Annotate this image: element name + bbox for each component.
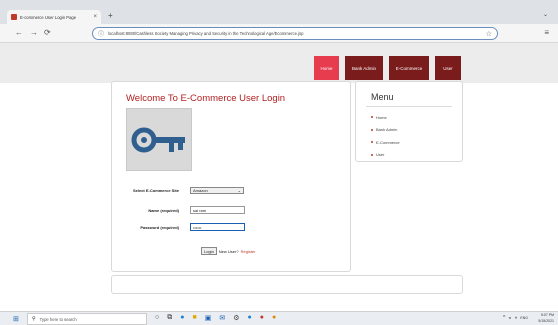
forward-button[interactable]: → bbox=[30, 28, 38, 37]
menu-item-label: Bank Admin bbox=[376, 127, 398, 133]
browser-toolbar: ← → ⟳ ⓘ localhost:8080/Cashless Society … bbox=[0, 24, 558, 43]
menu-divider bbox=[366, 106, 452, 107]
taskbar-clock[interactable]: 5:07 PM 5/15/2021 bbox=[538, 313, 554, 324]
bullet-icon bbox=[371, 141, 373, 144]
chevron-down-icon: ⌄ bbox=[237, 188, 241, 193]
name-label: Name (required) bbox=[148, 207, 179, 213]
refresh-button[interactable]: ⟳ bbox=[44, 28, 51, 37]
cortana-icon[interactable]: ○ bbox=[155, 314, 159, 322]
key-icon bbox=[131, 127, 185, 153]
nav-user[interactable]: User bbox=[435, 56, 461, 80]
search-placeholder: Type here to search bbox=[39, 316, 77, 322]
key-image bbox=[126, 108, 192, 171]
bullet-icon bbox=[371, 153, 373, 156]
new-tab-button[interactable]: + bbox=[108, 11, 113, 20]
name-row: Name (required) sai ram bbox=[112, 206, 245, 214]
app-icon[interactable]: ● bbox=[247, 314, 251, 322]
taskbar-search-input[interactable]: ⚲ Type here to search bbox=[27, 313, 147, 325]
url-text[interactable]: localhost:8080/Cashless Society Managing… bbox=[108, 31, 482, 36]
site-header bbox=[0, 43, 558, 83]
site-select[interactable]: Amazon ⌄ bbox=[190, 187, 244, 194]
nav-home[interactable]: Home bbox=[314, 56, 339, 80]
site-select-value: Amazon bbox=[193, 188, 208, 193]
tab-title: E-commerce User Login Page bbox=[20, 14, 77, 20]
app-icon[interactable]: ● bbox=[260, 314, 264, 322]
menu-item-bank-admin[interactable]: Bank Admin bbox=[371, 124, 400, 137]
password-label: Password (required) bbox=[140, 224, 179, 230]
page-title: Welcome To E-Commerce User Login bbox=[126, 93, 286, 104]
mail-icon[interactable]: ✉ bbox=[219, 314, 225, 322]
nav-e-commerce[interactable]: E-Commerce bbox=[389, 56, 429, 80]
file-explorer-icon[interactable]: ■ bbox=[192, 314, 196, 322]
menu-item-label: User bbox=[376, 152, 385, 158]
chevron-down-icon[interactable]: ⌄ bbox=[543, 11, 548, 18]
clock-time: 5:07 PM bbox=[540, 313, 554, 317]
menu-title: Menu bbox=[371, 92, 394, 102]
menu-card: Menu Home Bank Admin E-Commerce User bbox=[355, 81, 463, 162]
password-row: Password (required) •••••• bbox=[112, 223, 245, 231]
windows-taskbar: ⊞ ⚲ Type here to search ○ ⧉ ● ■ ▣ ✉ ⚙ ● … bbox=[0, 311, 558, 325]
nav-bank-admin[interactable]: Bank Admin bbox=[345, 56, 383, 80]
windows-start-icon[interactable]: ⊞ bbox=[13, 315, 19, 323]
new-user-text: New User? bbox=[218, 248, 239, 254]
back-button[interactable]: ← bbox=[15, 28, 23, 37]
register-link[interactable]: Register bbox=[241, 249, 256, 254]
browser-tab[interactable]: E-commerce User Login Page × bbox=[7, 10, 101, 24]
login-button[interactable]: Login bbox=[201, 247, 217, 255]
menu-item-label: Home bbox=[376, 114, 387, 120]
password-input[interactable]: •••••• bbox=[190, 223, 245, 231]
close-tab-icon[interactable]: × bbox=[93, 14, 97, 20]
address-bar[interactable]: ⓘ localhost:8080/Cashless Society Managi… bbox=[92, 27, 498, 40]
bullet-icon bbox=[371, 128, 373, 131]
name-input[interactable]: sai ram bbox=[190, 206, 245, 214]
login-actions: Login New User? Register bbox=[201, 247, 256, 255]
volume-icon[interactable]: ◖ bbox=[514, 315, 517, 321]
favicon-icon bbox=[11, 14, 17, 20]
menu-item-user[interactable]: User bbox=[371, 149, 400, 162]
browser-tab-strip: E-commerce User Login Page × + ⌄ bbox=[0, 0, 558, 24]
info-icon[interactable]: ⓘ bbox=[98, 29, 104, 38]
store-icon[interactable]: ▣ bbox=[205, 314, 212, 322]
clock-date: 5/15/2021 bbox=[538, 318, 554, 323]
task-view-icon[interactable]: ⧉ bbox=[167, 314, 172, 322]
bullet-icon bbox=[371, 116, 373, 119]
page-footer bbox=[111, 275, 463, 294]
network-icon[interactable]: ◒ bbox=[508, 315, 511, 321]
menu-item-home[interactable]: Home bbox=[371, 111, 400, 124]
edge-icon[interactable]: ● bbox=[180, 314, 184, 322]
site-select-row: Select E-Commerce Site Amazon ⌄ bbox=[112, 187, 244, 194]
lang-indicator[interactable]: ENG bbox=[520, 316, 528, 320]
chrome-icon[interactable]: ● bbox=[272, 314, 276, 322]
browser-menu-button[interactable]: ≡ bbox=[544, 28, 549, 37]
menu-item-label: E-Commerce bbox=[376, 139, 400, 145]
search-icon: ⚲ bbox=[32, 316, 36, 322]
system-tray: ^ ◒ ◖ ENG bbox=[503, 315, 528, 321]
taskbar-apps: ○ ⧉ ● ■ ▣ ✉ ⚙ ● ● ● bbox=[155, 314, 276, 322]
site-nav: Home Bank Admin E-Commerce User bbox=[314, 56, 461, 80]
menu-list: Home Bank Admin E-Commerce User bbox=[371, 111, 400, 161]
site-select-label: Select E-Commerce Site bbox=[132, 188, 179, 193]
settings-icon[interactable]: ⚙ bbox=[233, 314, 239, 322]
chevron-up-icon[interactable]: ^ bbox=[503, 315, 505, 321]
login-card: Welcome To E-Commerce User Login Select … bbox=[111, 81, 351, 272]
bookmark-star-icon[interactable]: ☆ bbox=[486, 30, 492, 38]
menu-item-e-commerce[interactable]: E-Commerce bbox=[371, 136, 400, 149]
